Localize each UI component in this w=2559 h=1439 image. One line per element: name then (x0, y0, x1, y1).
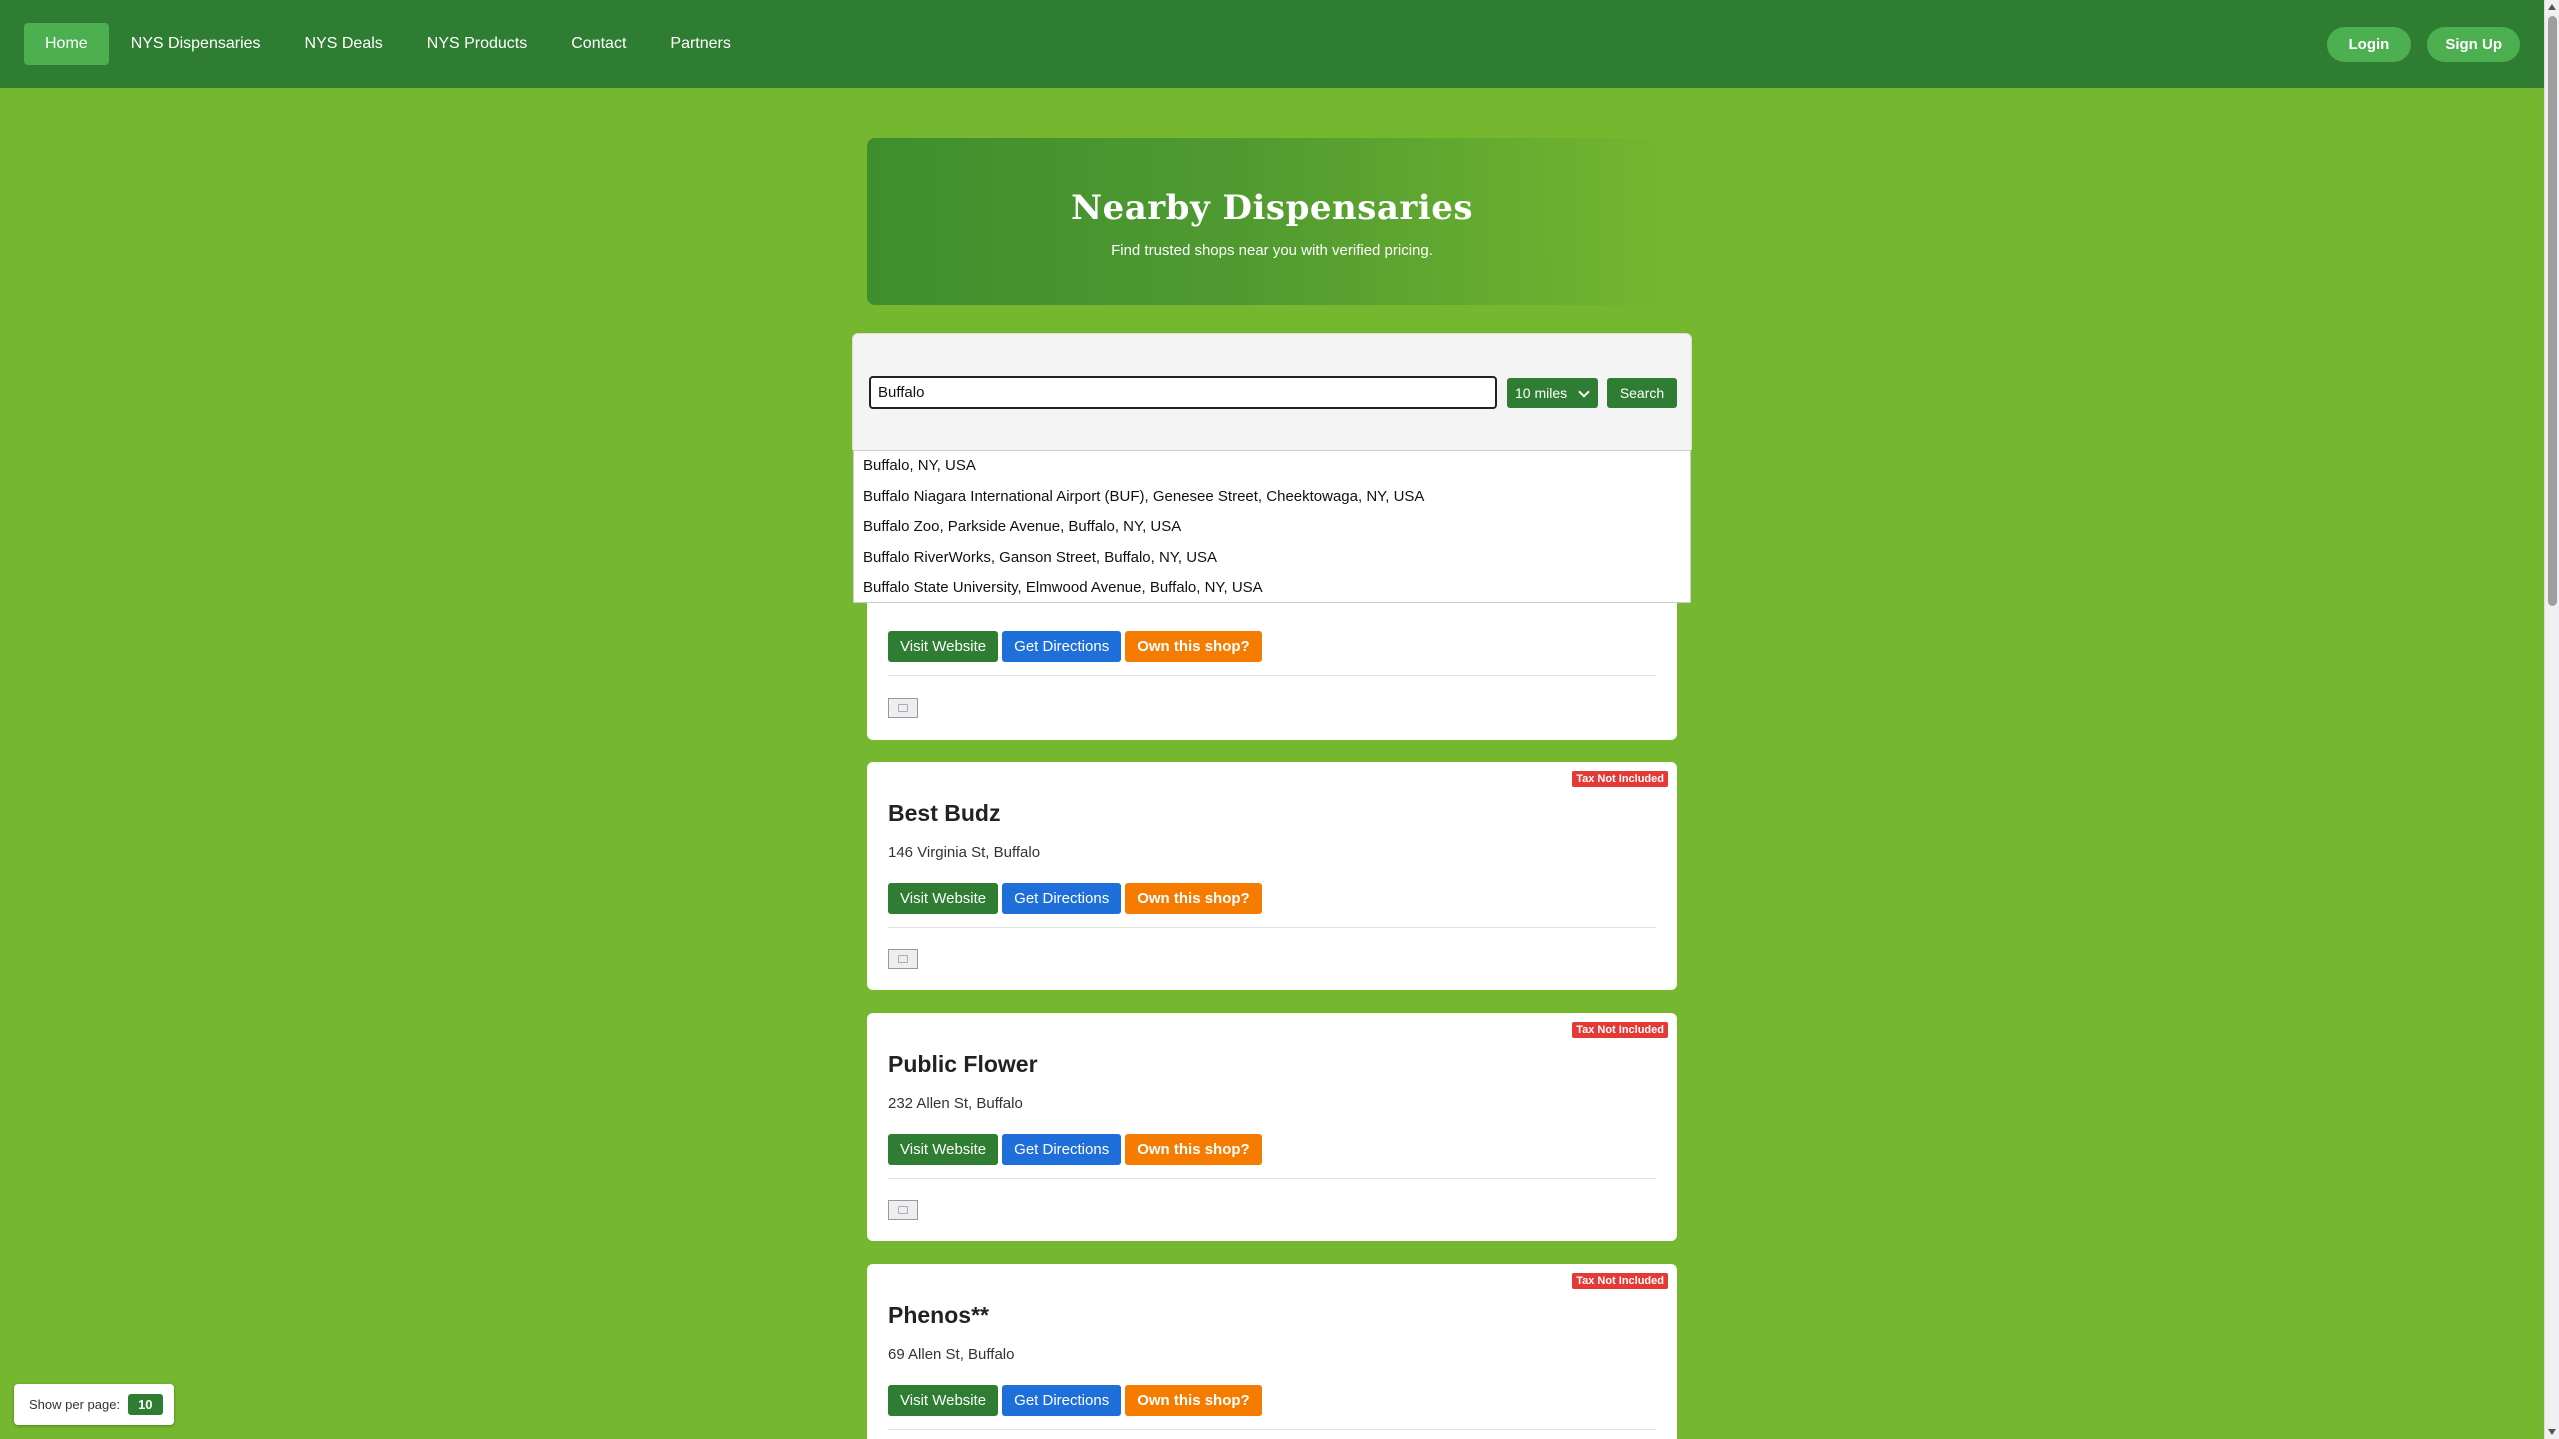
dispensary-card: Tax Not Included Public Flower 232 Allen… (867, 1013, 1677, 1241)
dispensary-card: Tax Not Included Phenos** 69 Allen St, B… (867, 1264, 1677, 1439)
scrollbar-thumb[interactable] (2548, 16, 2557, 606)
card-buttons: Visit Website Get Directions Own this sh… (888, 631, 1266, 662)
card-buttons: Visit Website Get Directions Own this sh… (888, 883, 1266, 914)
get-directions-button[interactable]: Get Directions (1002, 631, 1122, 662)
scroll-down-icon[interactable] (2548, 1429, 2556, 1435)
broken-image-icon (888, 949, 918, 969)
own-shop-button[interactable]: Own this shop? (1125, 1385, 1262, 1416)
chevron-down-icon (1578, 386, 1590, 398)
dispensary-card: Tax Not Included Best Budz 146 Virginia … (867, 762, 1677, 990)
card-divider (888, 1429, 1656, 1430)
suggestion-item[interactable]: Buffalo Zoo, Parkside Avenue, Buffalo, N… (854, 512, 1690, 543)
own-shop-button[interactable]: Own this shop? (1125, 883, 1262, 914)
location-search-input[interactable] (869, 376, 1497, 409)
broken-image-icon (888, 1200, 918, 1220)
hero-banner: Nearby Dispensaries Find trusted shops n… (867, 138, 1677, 305)
dispensary-address: 146 Virginia St, Buffalo (888, 844, 1041, 861)
nav-contact[interactable]: Contact (549, 25, 648, 63)
nav-home[interactable]: Home (24, 23, 109, 65)
page-title: Nearby Dispensaries (1071, 188, 1473, 228)
suggestion-item[interactable]: Buffalo Niagara International Airport (B… (854, 482, 1690, 513)
visit-website-button[interactable]: Visit Website (888, 631, 999, 662)
top-navbar: Home NYS Dispensaries NYS Deals NYS Prod… (0, 0, 2544, 88)
search-panel: 10 miles Search (852, 333, 1692, 450)
suggestion-item[interactable]: Buffalo State University, Elmwood Avenue… (854, 573, 1690, 604)
per-page-label: Show per page: (29, 1397, 121, 1412)
own-shop-button[interactable]: Own this shop? (1125, 631, 1262, 662)
tax-badge: Tax Not Included (1572, 1273, 1668, 1289)
radius-select-value: 10 miles (1515, 385, 1568, 401)
signup-button[interactable]: Sign Up (2427, 26, 2520, 62)
get-directions-button[interactable]: Get Directions (1002, 1134, 1122, 1165)
card-buttons: Visit Website Get Directions Own this sh… (888, 1385, 1266, 1416)
card-divider (888, 675, 1656, 676)
search-button[interactable]: Search (1607, 378, 1677, 408)
own-shop-button[interactable]: Own this shop? (1125, 1134, 1262, 1165)
visit-website-button[interactable]: Visit Website (888, 1385, 999, 1416)
tax-badge: Tax Not Included (1572, 771, 1668, 787)
dispensary-name: Phenos** (888, 1302, 989, 1328)
autocomplete-dropdown: Buffalo, NY, USA Buffalo Niagara Interna… (853, 450, 1691, 603)
per-page-select[interactable]: 10 (128, 1394, 163, 1415)
broken-image-icon (888, 698, 918, 718)
card-divider (888, 1178, 1656, 1179)
visit-website-button[interactable]: Visit Website (888, 883, 999, 914)
suggestion-item[interactable]: Buffalo, NY, USA (854, 451, 1690, 482)
scroll-up-icon[interactable] (2548, 4, 2556, 10)
get-directions-button[interactable]: Get Directions (1002, 1385, 1122, 1416)
nav-nys-dispensaries[interactable]: NYS Dispensaries (109, 25, 283, 63)
nav-partners[interactable]: Partners (648, 25, 752, 63)
card-buttons: Visit Website Get Directions Own this sh… (888, 1134, 1266, 1165)
suggestion-item[interactable]: Buffalo RiverWorks, Ganson Street, Buffa… (854, 543, 1690, 574)
dispensary-name: Best Budz (888, 800, 1001, 826)
page-scrollbar[interactable] (2544, 0, 2559, 1439)
dispensary-name: Public Flower (888, 1051, 1038, 1077)
login-button[interactable]: Login (2326, 26, 2412, 62)
page-subtitle: Find trusted shops near you with verifie… (1111, 242, 1433, 259)
dispensary-address: 232 Allen St, Buffalo (888, 1095, 1023, 1112)
per-page-widget: Show per page: 10 (14, 1384, 174, 1425)
nav-nys-products[interactable]: NYS Products (405, 25, 549, 63)
dispensary-address: 69 Allen St, Buffalo (888, 1346, 1015, 1363)
visit-website-button[interactable]: Visit Website (888, 1134, 999, 1165)
card-divider (888, 927, 1656, 928)
tax-badge: Tax Not Included (1572, 1022, 1668, 1038)
get-directions-button[interactable]: Get Directions (1002, 883, 1122, 914)
nav-nys-deals[interactable]: NYS Deals (283, 25, 405, 63)
radius-select[interactable]: 10 miles (1507, 378, 1598, 408)
